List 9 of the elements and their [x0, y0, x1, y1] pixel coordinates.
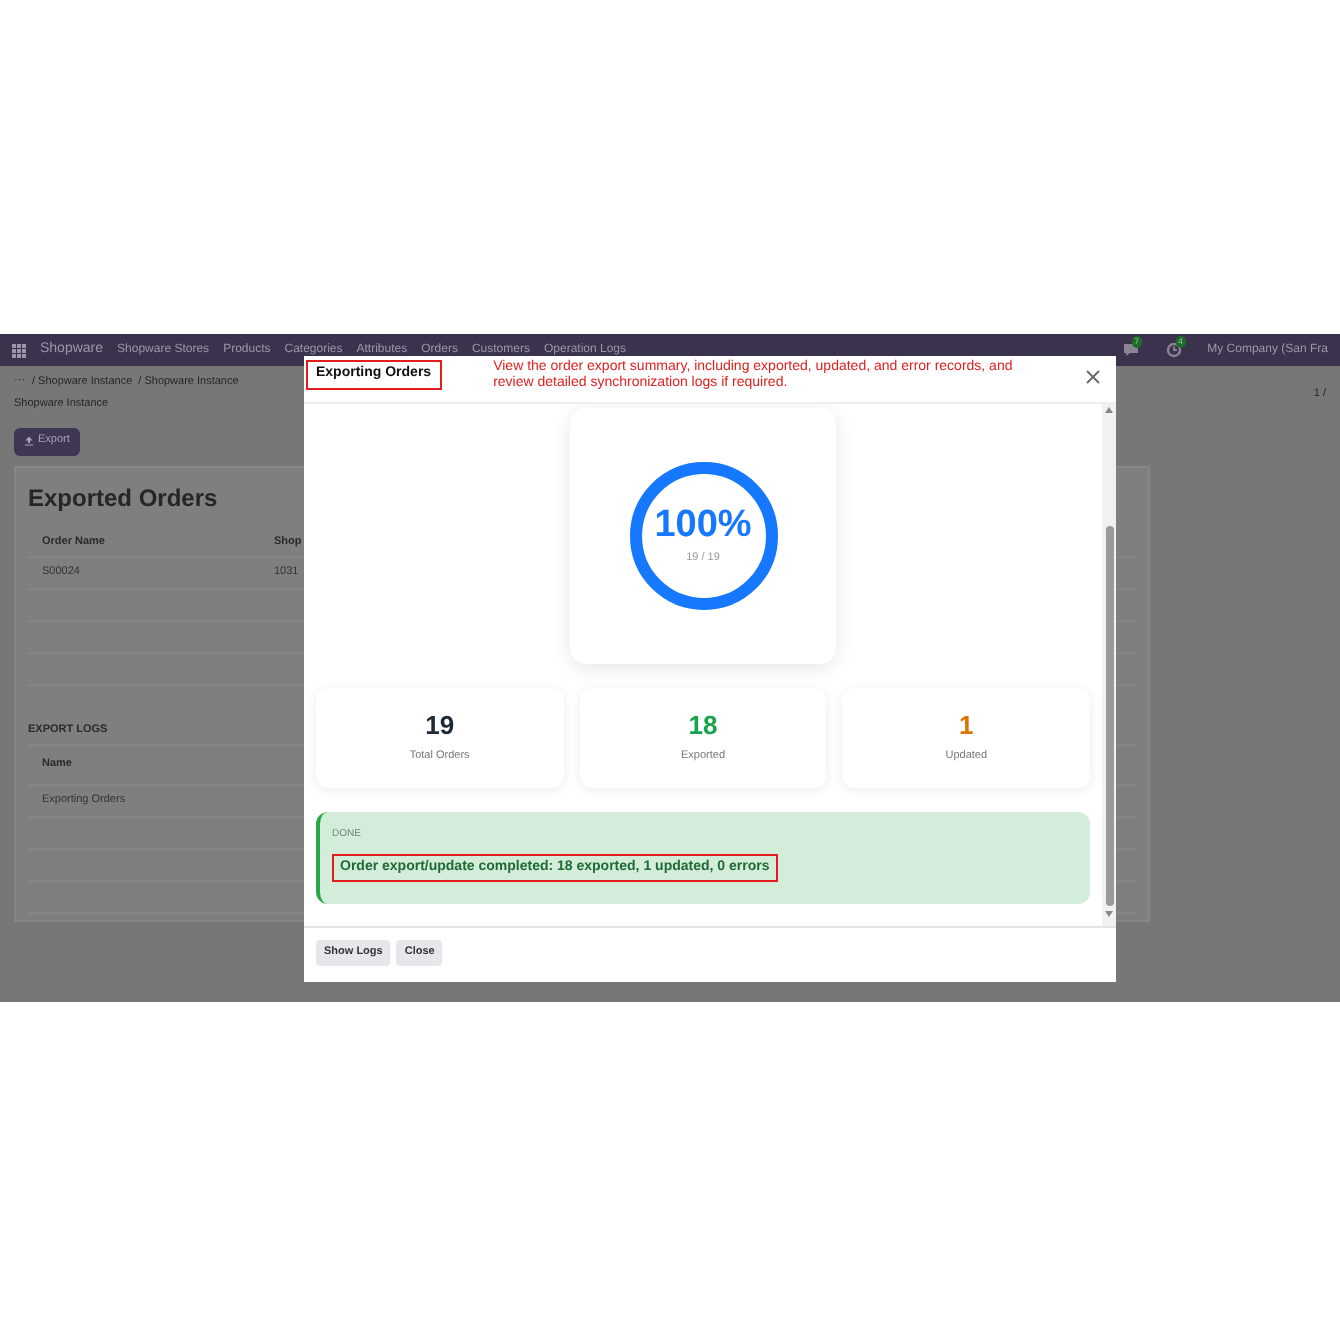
- clock-icon: [1165, 342, 1182, 358]
- upload-icon: [24, 436, 34, 446]
- card-title: Exported Orders: [28, 481, 220, 515]
- chat-icon: [1121, 342, 1140, 358]
- scroll-up-icon[interactable]: [1104, 406, 1114, 414]
- apps-grid-icon[interactable]: [12, 343, 26, 357]
- close-icon[interactable]: [1086, 370, 1100, 384]
- scrollbar[interactable]: [1102, 404, 1116, 926]
- scroll-down-icon[interactable]: [1104, 910, 1114, 918]
